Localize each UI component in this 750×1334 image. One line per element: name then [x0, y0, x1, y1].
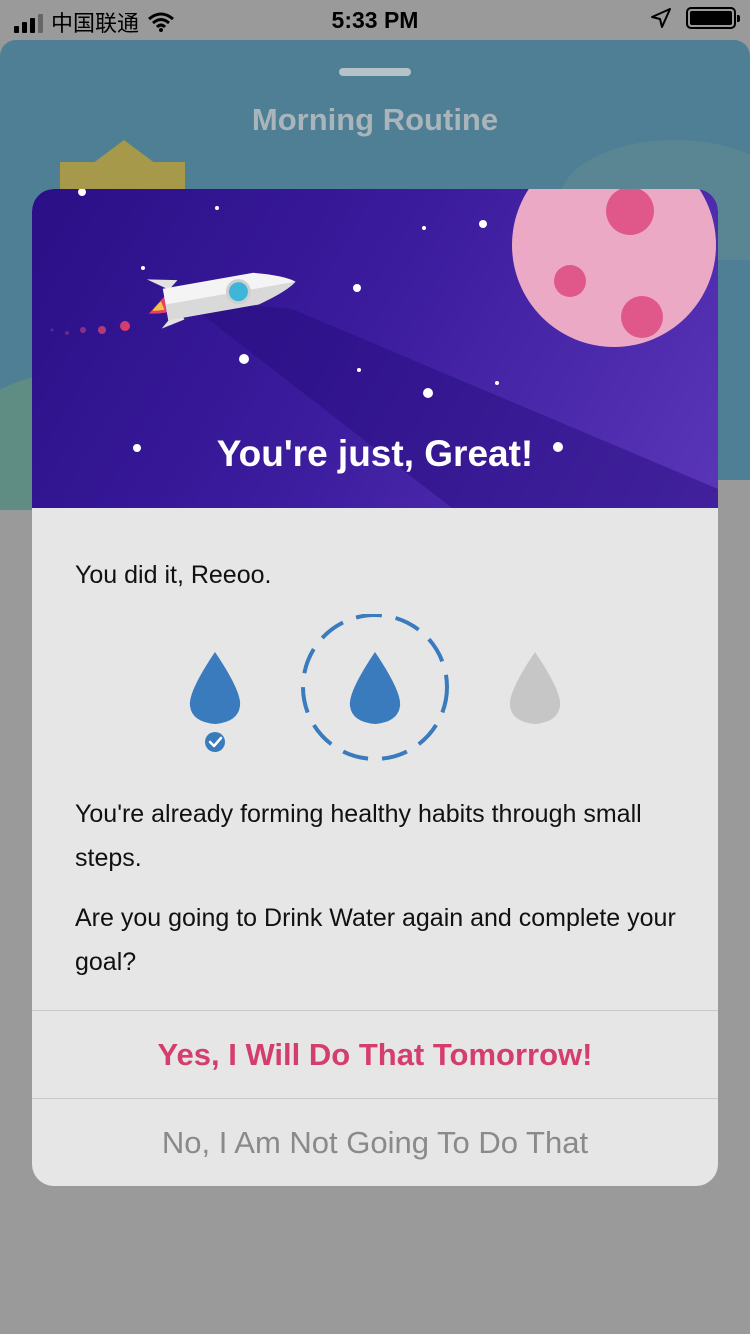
- water-drop-pending-icon: [509, 652, 561, 724]
- status-time: 5:33 PM: [331, 7, 419, 33]
- progress-drops: [189, 614, 561, 761]
- decline-button[interactable]: No, I Am Not Going To Do That: [32, 1098, 718, 1186]
- building-roof: [92, 140, 156, 164]
- status-bar: 中国联通 5:33 PM: [0, 0, 750, 40]
- hero-banner: You're just, Great!: [32, 189, 718, 508]
- status-right: [650, 7, 740, 29]
- confirm-button[interactable]: Yes, I Will Do That Tomorrow!: [32, 1010, 718, 1098]
- celebration-modal: You're just, Great! You did it, Reeoo. Y…: [32, 189, 718, 1186]
- greeting-text: You did it, Reeoo.: [75, 561, 272, 589]
- battery-icon: [686, 7, 740, 29]
- water-drop-current-icon: [301, 614, 449, 761]
- location-arrow-icon: [651, 8, 671, 28]
- water-drop-completed-icon: [189, 652, 241, 724]
- checkmark-badge-icon: [205, 732, 225, 752]
- encouragement-text: You're already forming healthy habits th…: [75, 800, 642, 872]
- sheet-grabber-handle[interactable]: [339, 68, 411, 76]
- exhaust-trail: [50, 321, 130, 335]
- question-text: Are you going to Drink Water again and c…: [75, 904, 676, 976]
- sheet-title: Morning Routine: [251, 102, 499, 137]
- building: [60, 162, 185, 192]
- planet-icon: [512, 189, 716, 347]
- hero-headline: You're just, Great!: [216, 433, 534, 474]
